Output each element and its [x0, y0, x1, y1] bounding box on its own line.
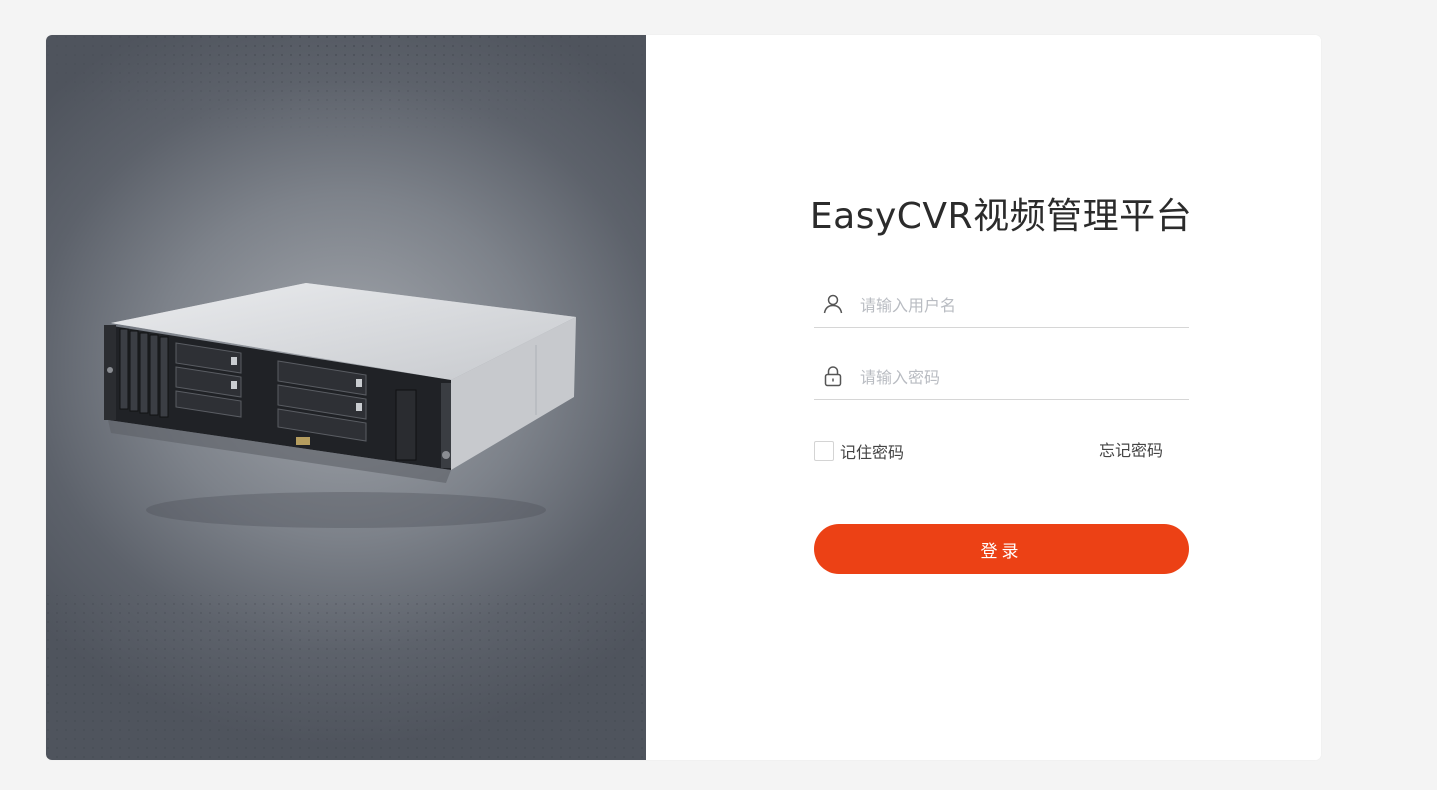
username-input[interactable]: [860, 293, 1180, 317]
server-illustration: [104, 283, 576, 528]
page-title: EasyCVR视频管理平台: [809, 196, 1193, 237]
forgot-password-link[interactable]: 忘记密码: [1099, 440, 1163, 462]
user-icon: [823, 294, 843, 314]
username-field[interactable]: [814, 287, 1189, 328]
password-input[interactable]: [860, 365, 1180, 389]
password-field[interactable]: [814, 359, 1189, 400]
login-button[interactable]: 登录: [814, 524, 1189, 574]
login-card: EasyCVR视频管理平台 记住密码 忘记密码 登录: [46, 35, 1321, 760]
remember-password-label[interactable]: 记住密码: [840, 439, 904, 463]
hero-image-panel: [46, 35, 646, 760]
remember-password-checkbox[interactable]: [814, 441, 834, 461]
remember-password[interactable]: 记住密码: [814, 440, 904, 462]
login-panel: EasyCVR视频管理平台 记住密码 忘记密码 登录: [646, 35, 1321, 760]
lock-icon: [824, 366, 842, 387]
